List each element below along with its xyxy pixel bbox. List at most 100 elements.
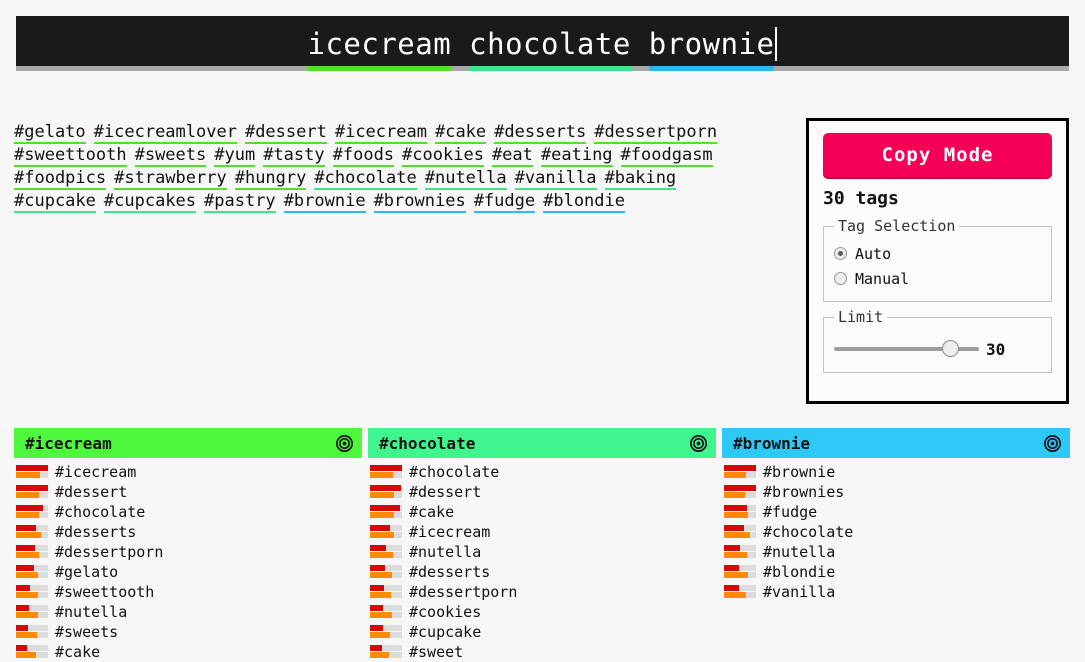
list-item[interactable]: #nutella (368, 542, 716, 562)
list-item[interactable]: #cake (14, 642, 362, 662)
tag-chip-sweettooth[interactable]: #sweettooth (14, 146, 127, 167)
item-score-bars (370, 545, 402, 559)
list-item[interactable]: #cake (368, 502, 716, 522)
tag-chip-blondie[interactable]: #blondie (543, 192, 625, 213)
tag-chip-gelato[interactable]: #gelato (14, 123, 86, 144)
list-item[interactable]: #vanilla (722, 582, 1070, 602)
limit-slider[interactable] (834, 340, 979, 357)
list-item[interactable]: #dessert (368, 482, 716, 502)
score-bar-secondary (370, 612, 402, 618)
underline-segment-chocolate (469, 66, 631, 71)
score-bar-primary (370, 505, 402, 511)
list-item[interactable]: #blondie (722, 562, 1070, 582)
tag-chip-nutella[interactable]: #nutella (424, 169, 507, 190)
search-query-text: icecream chocolate brownie (308, 26, 778, 61)
list-item-label: #nutella (409, 543, 482, 561)
radio-button-icon[interactable] (834, 272, 847, 285)
tag-chip-brownies[interactable]: #brownies (373, 192, 466, 213)
item-score-bars (16, 625, 48, 639)
tag-chip-cupcake[interactable]: #cupcake (14, 192, 96, 213)
list-item[interactable]: #chocolate (722, 522, 1070, 542)
score-bar-primary (16, 645, 48, 651)
score-bar-secondary (370, 552, 402, 558)
score-bar-primary-fill (16, 505, 43, 511)
list-item-label: #dessert (409, 483, 482, 501)
score-bar-secondary-fill (16, 592, 39, 598)
tag-chip-yum[interactable]: #yum (214, 146, 256, 167)
column-header[interactable]: #icecream (14, 428, 362, 458)
radio-option-manual[interactable]: Manual (834, 266, 1041, 291)
tag-chip-cake[interactable]: #cake (434, 123, 487, 144)
list-item[interactable]: #icecream (368, 522, 716, 542)
list-item[interactable]: #chocolate (368, 462, 716, 482)
limit-legend: Limit (838, 308, 884, 326)
radio-button-icon[interactable] (834, 247, 847, 260)
tag-chip-foods[interactable]: #foods (332, 146, 395, 167)
text-caret (775, 26, 778, 61)
list-item[interactable]: #brownies (722, 482, 1070, 502)
list-item-label: #nutella (55, 603, 128, 621)
column-header[interactable]: #chocolate (368, 428, 716, 458)
list-item[interactable]: #dessertporn (368, 582, 716, 602)
list-item[interactable]: #desserts (368, 562, 716, 582)
list-item[interactable]: #brownie (722, 462, 1070, 482)
search-query-bar[interactable]: icecream chocolate brownie (16, 16, 1069, 71)
list-item[interactable]: #nutella (14, 602, 362, 622)
tag-chip-brownie[interactable]: #brownie (283, 192, 366, 213)
underline-segment-brownie (648, 66, 775, 71)
tag-column-chocolate: #chocolate #chocolate #dessert #cake #icecre… (368, 428, 716, 662)
tag-chip-foodgasm[interactable]: #foodgasm (620, 146, 713, 167)
tag-chip-cookies[interactable]: #cookies (402, 146, 484, 167)
tag-chip-strawberry[interactable]: #strawberry (114, 169, 227, 190)
list-item[interactable]: #sweet (368, 642, 716, 662)
list-item[interactable]: #desserts (14, 522, 362, 542)
tag-chip-chocolate[interactable]: #chocolate (314, 169, 417, 190)
score-bar-secondary (16, 572, 48, 578)
target-icon[interactable] (690, 434, 707, 452)
copy-mode-button[interactable]: Copy Mode (823, 133, 1052, 177)
score-bar-secondary-fill (16, 492, 40, 498)
list-item[interactable]: #icecream (14, 462, 362, 482)
list-item[interactable]: #nutella (722, 542, 1070, 562)
list-item[interactable]: #chocolate (14, 502, 362, 522)
tag-chip-dessertporn[interactable]: #dessertporn (594, 123, 718, 144)
list-item[interactable]: #gelato (14, 562, 362, 582)
tag-chip-foodpics[interactable]: #foodpics (14, 169, 107, 190)
tag-chip-desserts[interactable]: #desserts (494, 123, 587, 144)
item-score-bars (724, 465, 756, 479)
tag-chip-dessert[interactable]: #dessert (244, 123, 327, 144)
score-bar-primary-fill (16, 625, 29, 631)
tag-chip-sweets[interactable]: #sweets (134, 146, 207, 167)
tag-chip-cupcakes[interactable]: #cupcakes (103, 192, 197, 213)
score-bar-secondary-fill (370, 592, 392, 598)
tag-chip-hungry[interactable]: #hungry (234, 169, 307, 190)
score-bar-primary (370, 465, 402, 471)
list-item[interactable]: #sweets (14, 622, 362, 642)
score-bar-primary (724, 545, 756, 551)
tag-chip-icecreamlover[interactable]: #icecreamlover (93, 123, 237, 144)
tag-chip-tasty[interactable]: #tasty (263, 146, 325, 167)
radio-option-auto[interactable]: Auto (834, 241, 1041, 266)
tag-chip-icecream[interactable]: #icecream (334, 123, 427, 144)
target-icon[interactable] (336, 434, 353, 452)
score-bar-primary-fill (370, 545, 386, 551)
column-header[interactable]: #brownie (722, 428, 1070, 458)
list-item[interactable]: #cookies (368, 602, 716, 622)
limit-slider-thumb[interactable] (942, 340, 959, 357)
list-item[interactable]: #cupcake (368, 622, 716, 642)
tag-chip-pastry[interactable]: #pastry (204, 192, 276, 213)
tag-chip-fudge[interactable]: #fudge (473, 192, 536, 213)
score-bar-primary (370, 565, 402, 571)
list-item[interactable]: #dessertporn (14, 542, 362, 562)
target-icon[interactable] (1044, 434, 1061, 452)
tag-chip-baking[interactable]: #baking (604, 169, 677, 190)
list-item[interactable]: #dessert (14, 482, 362, 502)
score-bar-primary-fill (370, 465, 402, 471)
tag-chip-eating[interactable]: #eating (540, 146, 613, 167)
list-item[interactable]: #sweettooth (14, 582, 362, 602)
tag-chip-eat[interactable]: #eat (491, 146, 533, 167)
list-item[interactable]: #fudge (722, 502, 1070, 522)
tag-chip-vanilla[interactable]: #vanilla (514, 169, 597, 190)
score-bar-primary-fill (370, 565, 385, 571)
query-word-brownie: brownie (648, 26, 775, 61)
